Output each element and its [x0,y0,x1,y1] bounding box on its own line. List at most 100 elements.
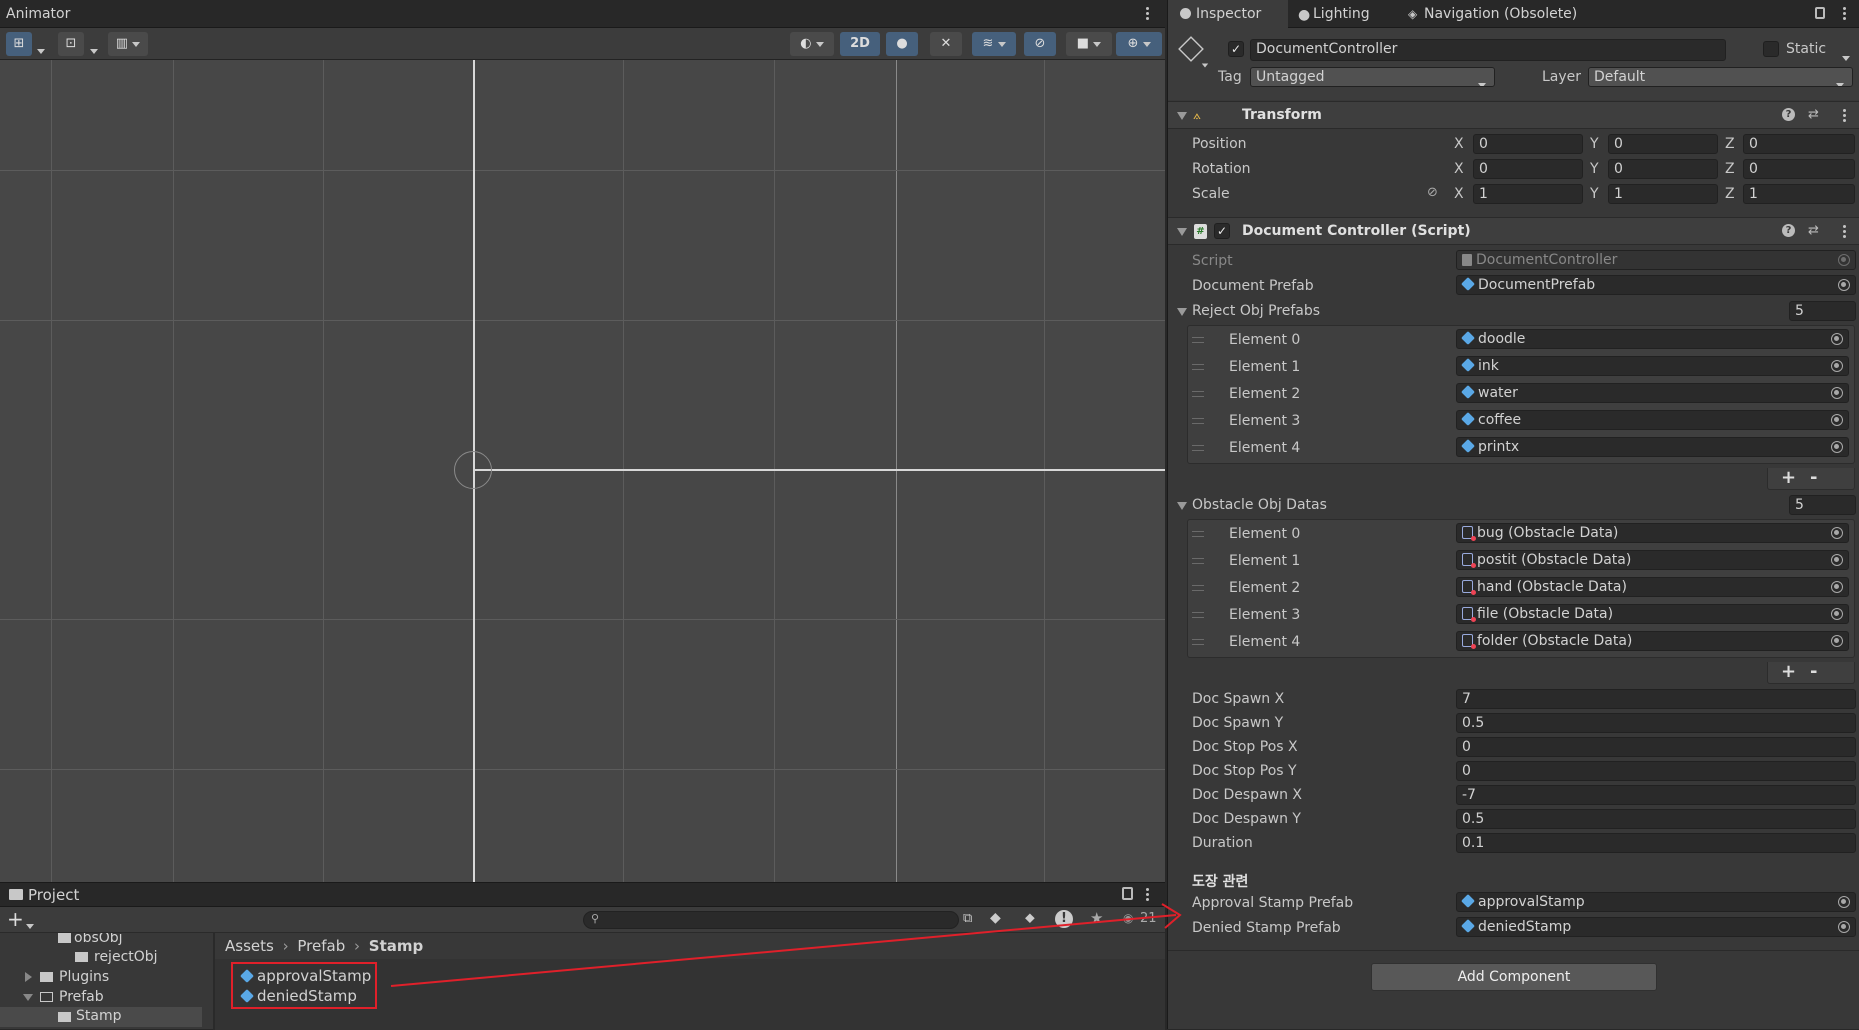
drag-handle-icon[interactable] [1192,612,1204,618]
foldout-icon[interactable] [1177,228,1187,236]
duration-field[interactable]: 0.1 [1456,833,1856,853]
shading-mode-icon[interactable]: ◐ [790,32,834,56]
transform-header[interactable]: ⟑ Transform ? ⇄ [1168,101,1859,129]
lighting-toggle-icon[interactable]: ● [886,32,918,56]
doc-despawn-y-field[interactable]: 0.5 [1456,809,1856,829]
position-z-field[interactable]: 0 [1743,134,1855,154]
object-picker-icon[interactable] [1831,333,1843,345]
reject-element-field[interactable]: ink [1456,356,1849,376]
object-name-field[interactable]: DocumentController [1250,39,1726,61]
object-picker-icon[interactable] [1831,527,1843,539]
grid-snap-dropdown-icon[interactable] [37,42,45,58]
object-picker-icon[interactable] [1831,635,1843,647]
doc-stop-pos-y-field[interactable]: 0 [1456,761,1856,781]
reject-element-field[interactable]: coffee [1456,410,1849,430]
breadcrumb-prefab[interactable]: Prefab [297,937,345,955]
preset-icon[interactable]: ⇄ [1808,107,1819,122]
snap-increment-dropdown-icon[interactable] [90,42,98,58]
add-asset-button[interactable]: + [7,907,24,931]
help-icon[interactable]: ? [1782,108,1795,121]
rotation-x-field[interactable]: 0 [1473,159,1583,179]
drag-handle-icon[interactable] [1192,639,1204,645]
reject-element-field[interactable]: printx [1456,437,1849,457]
component-enabled-checkbox[interactable]: ✓ [1214,223,1230,239]
tree-item-stamp[interactable]: Stamp [0,1007,202,1027]
object-picker-icon[interactable] [1838,279,1850,291]
tree-item-rejectobj[interactable]: rejectObj [75,949,158,965]
foldout-icon[interactable] [1177,502,1187,510]
denied-stamp-prefab-field[interactable]: deniedStamp [1456,917,1856,937]
breadcrumb-assets[interactable]: Assets [225,937,274,955]
drag-handle-icon[interactable] [1192,585,1204,591]
preset-icon[interactable]: ⇄ [1808,223,1819,238]
inspector-menu-icon[interactable] [1843,7,1847,21]
obstacle-element-field[interactable]: postit (Obstacle Data) [1456,550,1849,570]
scene-viewport[interactable] [0,60,1165,882]
add-component-button[interactable]: Add Component [1371,963,1657,991]
audio-mute-icon[interactable]: ✕ [930,32,962,56]
reject-element-field[interactable]: doodle [1456,329,1849,349]
foldout-icon[interactable] [1177,308,1187,316]
hidden-objects-icon[interactable]: ⊘ [1024,32,1056,56]
scale-z-field[interactable]: 1 [1743,184,1855,204]
camera-gizmo[interactable] [454,451,492,489]
drag-handle-icon[interactable] [1192,445,1204,451]
warning-filter-icon[interactable]: ! [1055,910,1073,928]
drag-handle-icon[interactable] [1192,418,1204,424]
project-tab-title[interactable]: Project [28,886,79,904]
drag-handle-icon[interactable] [1192,337,1204,343]
rotation-y-field[interactable]: 0 [1608,159,1718,179]
transform-menu-icon[interactable] [1843,109,1847,123]
add-dropdown-icon[interactable] [26,917,34,933]
position-x-field[interactable]: 0 [1473,134,1583,154]
object-picker-icon[interactable] [1831,360,1843,372]
layer-dropdown[interactable]: Default [1588,67,1853,87]
object-picker-icon[interactable] [1838,921,1850,933]
grid-snap-icon[interactable]: ⊞ [6,32,32,56]
drag-handle-icon[interactable] [1192,531,1204,537]
scene-menu-icon[interactable] [1146,7,1150,21]
scale-y-field[interactable]: 1 [1608,184,1718,204]
tree-item-obsobj[interactable]: obsObj [58,933,123,946]
snap-increment-icon[interactable]: ⊡ [58,32,84,56]
lock-icon[interactable] [1122,887,1133,900]
reject-add-button[interactable]: + [1781,467,1796,488]
effects-icon[interactable]: ≋ [972,32,1016,56]
search-input[interactable]: ⚲ [583,911,959,929]
grid-visibility-icon[interactable]: ▥ [108,32,148,56]
object-picker-icon[interactable] [1831,554,1843,566]
doc-despawn-x-field[interactable]: -7 [1456,785,1856,805]
static-checkbox[interactable] [1763,41,1779,57]
rotation-z-field[interactable]: 0 [1743,159,1855,179]
object-picker-icon[interactable] [1831,387,1843,399]
scale-x-field[interactable]: 1 [1473,184,1583,204]
obstacle-element-field[interactable]: bug (Obstacle Data) [1456,523,1849,543]
mode-2d-button[interactable]: 2D [840,32,880,56]
favorite-star-icon[interactable]: ★ [1090,909,1103,927]
tab-inspector[interactable]: Inspector [1168,0,1288,28]
filter-label-icon[interactable]: ⬥ [1025,910,1035,926]
filter-type-icon[interactable]: ◆ [990,910,1001,926]
script-menu-icon[interactable] [1843,225,1847,239]
position-y-field[interactable]: 0 [1608,134,1718,154]
object-picker-icon[interactable] [1831,441,1843,453]
project-menu-icon[interactable] [1146,888,1150,902]
drag-handle-icon[interactable] [1192,364,1204,370]
scene-search-icon[interactable]: ⧉ [963,911,981,929]
document-prefab-field[interactable]: DocumentPrefab [1456,275,1856,295]
hidden-count-icon[interactable]: ◉ [1123,911,1133,925]
object-picker-icon[interactable] [1831,581,1843,593]
reject-remove-button[interactable]: - [1810,467,1817,488]
active-checkbox[interactable]: ✓ [1228,41,1244,57]
doc-spawn-y-field[interactable]: 0.5 [1456,713,1856,733]
camera-icon[interactable]: ■ [1066,32,1112,56]
object-picker-icon[interactable] [1831,608,1843,620]
tag-dropdown[interactable]: Untagged [1250,67,1495,87]
tree-item-plugins[interactable]: Plugins [25,969,109,985]
scene-tab-title[interactable]: Animator [6,6,70,22]
drag-handle-icon[interactable] [1192,391,1204,397]
drag-handle-icon[interactable] [1192,558,1204,564]
collapse-icon[interactable] [23,994,33,1001]
script-component-header[interactable]: # ✓ Document Controller (Script) ? ⇄ [1168,217,1859,245]
object-picker-icon[interactable] [1831,414,1843,426]
